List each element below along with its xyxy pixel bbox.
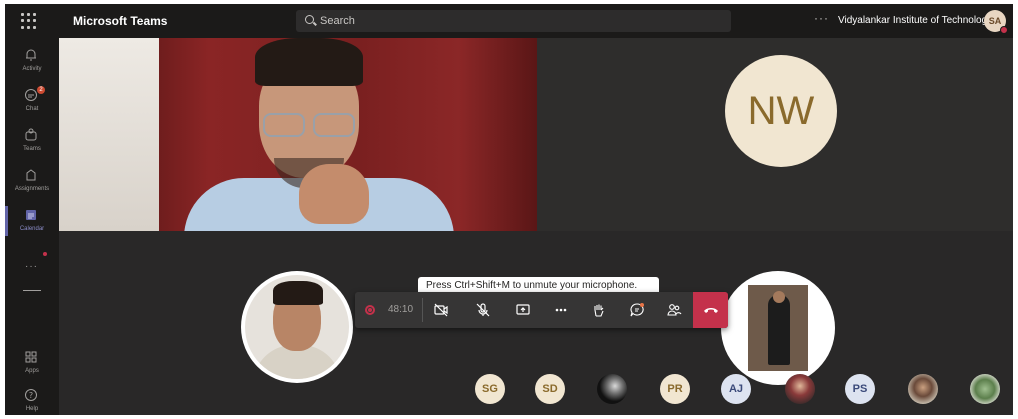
rail-item-chat[interactable]: 2 Chat [5, 82, 59, 122]
participant-avatar-sd[interactable]: SD [535, 374, 565, 404]
mic-muted-button[interactable] [469, 298, 497, 322]
assignments-icon [26, 169, 36, 181]
chat-icon [25, 89, 37, 101]
rail-item-label: Activity [22, 66, 42, 72]
participant-avatar-photo[interactable] [970, 374, 1000, 404]
rail-item-teams[interactable]: Teams [5, 122, 59, 162]
help-icon: ? [25, 389, 37, 401]
raise-hand-icon [594, 304, 604, 317]
more-icon [555, 308, 567, 312]
bell-icon [26, 49, 36, 61]
calendar-icon [26, 210, 36, 220]
notification-dot [43, 252, 47, 256]
meeting-chat-button[interactable] [623, 298, 651, 322]
rail-divider [23, 290, 41, 291]
raise-hand-button[interactable] [585, 298, 613, 322]
app-launcher-icon[interactable] [21, 13, 37, 29]
hang-up-icon [703, 308, 718, 313]
rail-item-apps[interactable]: Apps [5, 344, 59, 384]
participant-avatar-aj[interactable]: AJ [721, 374, 751, 404]
participant-video-main[interactable] [59, 38, 537, 231]
rail-item-label: Teams [23, 146, 41, 152]
video-background [59, 38, 159, 231]
app-rail: Activity 2 Chat Teams Assignments Calend… [5, 38, 59, 415]
mic-muted-icon [476, 303, 490, 317]
recording-icon [365, 305, 375, 315]
teams-window: Microsoft Teams Search ··· Vidyalankar I… [5, 4, 1013, 415]
rail-item-help[interactable]: ? Help [5, 382, 59, 415]
video-person-hair [255, 38, 363, 86]
participant-avatar-photo[interactable] [785, 374, 815, 404]
organization-name[interactable]: Vidyalankar Institute of Technology [838, 15, 992, 26]
rail-item-activity[interactable]: Activity [5, 42, 59, 82]
avatar-nw: NW [725, 55, 837, 167]
share-screen-button[interactable] [509, 298, 537, 322]
participant-avatar-sg[interactable]: SG [475, 374, 505, 404]
camera-off-icon [434, 303, 448, 317]
app-title: Microsoft Teams [73, 14, 168, 28]
rail-item-calendar[interactable]: Calendar [5, 202, 59, 242]
camera-off-button[interactable] [427, 298, 455, 322]
rail-item-label: Chat [25, 106, 39, 112]
participant-tile-nw[interactable]: NW [537, 38, 1013, 231]
user-avatar[interactable]: SA [984, 10, 1008, 34]
rail-item-assignments[interactable]: Assignments [5, 162, 59, 202]
rail-item-label: Calendar [19, 226, 45, 232]
participants-icon [667, 304, 682, 316]
apps-icon [25, 351, 37, 363]
leave-call-button[interactable] [693, 292, 728, 328]
more-apps-icon[interactable]: ··· [25, 261, 38, 272]
participant-avatar-photo[interactable] [597, 374, 627, 404]
participant-avatar-photo[interactable] [908, 374, 938, 404]
participants-button[interactable] [660, 298, 688, 322]
share-screen-icon [516, 304, 530, 315]
call-timer: 48:10 [388, 304, 414, 315]
svg-text:?: ? [29, 391, 33, 400]
search-icon [305, 15, 314, 24]
rail-item-label: Apps [25, 368, 39, 374]
chat-badge: 2 [37, 86, 45, 94]
video-person-hand [299, 164, 369, 224]
more-options-icon[interactable]: ··· [814, 11, 829, 25]
rail-item-label: Help [25, 406, 39, 412]
more-actions-button[interactable] [547, 298, 575, 322]
chat-icon [630, 303, 644, 317]
search-input[interactable]: Search [296, 10, 731, 32]
search-placeholder: Search [320, 15, 355, 27]
participant-avatar-photo[interactable] [241, 271, 353, 383]
teams-icon [25, 128, 37, 141]
participant-avatar-photo[interactable] [721, 271, 835, 385]
call-controls-toolbar: 48:10 [355, 292, 728, 328]
rail-item-label: Assignments [14, 186, 50, 192]
toolbar-divider [422, 298, 423, 322]
video-person-glasses [259, 113, 359, 137]
user-initials: SA [988, 16, 1002, 26]
status-badge [1000, 26, 1008, 34]
participant-avatar-pr[interactable]: PR [660, 374, 690, 404]
participant-avatar-ps[interactable]: PS [845, 374, 875, 404]
title-bar: Microsoft Teams Search ··· Vidyalankar I… [5, 4, 1013, 38]
